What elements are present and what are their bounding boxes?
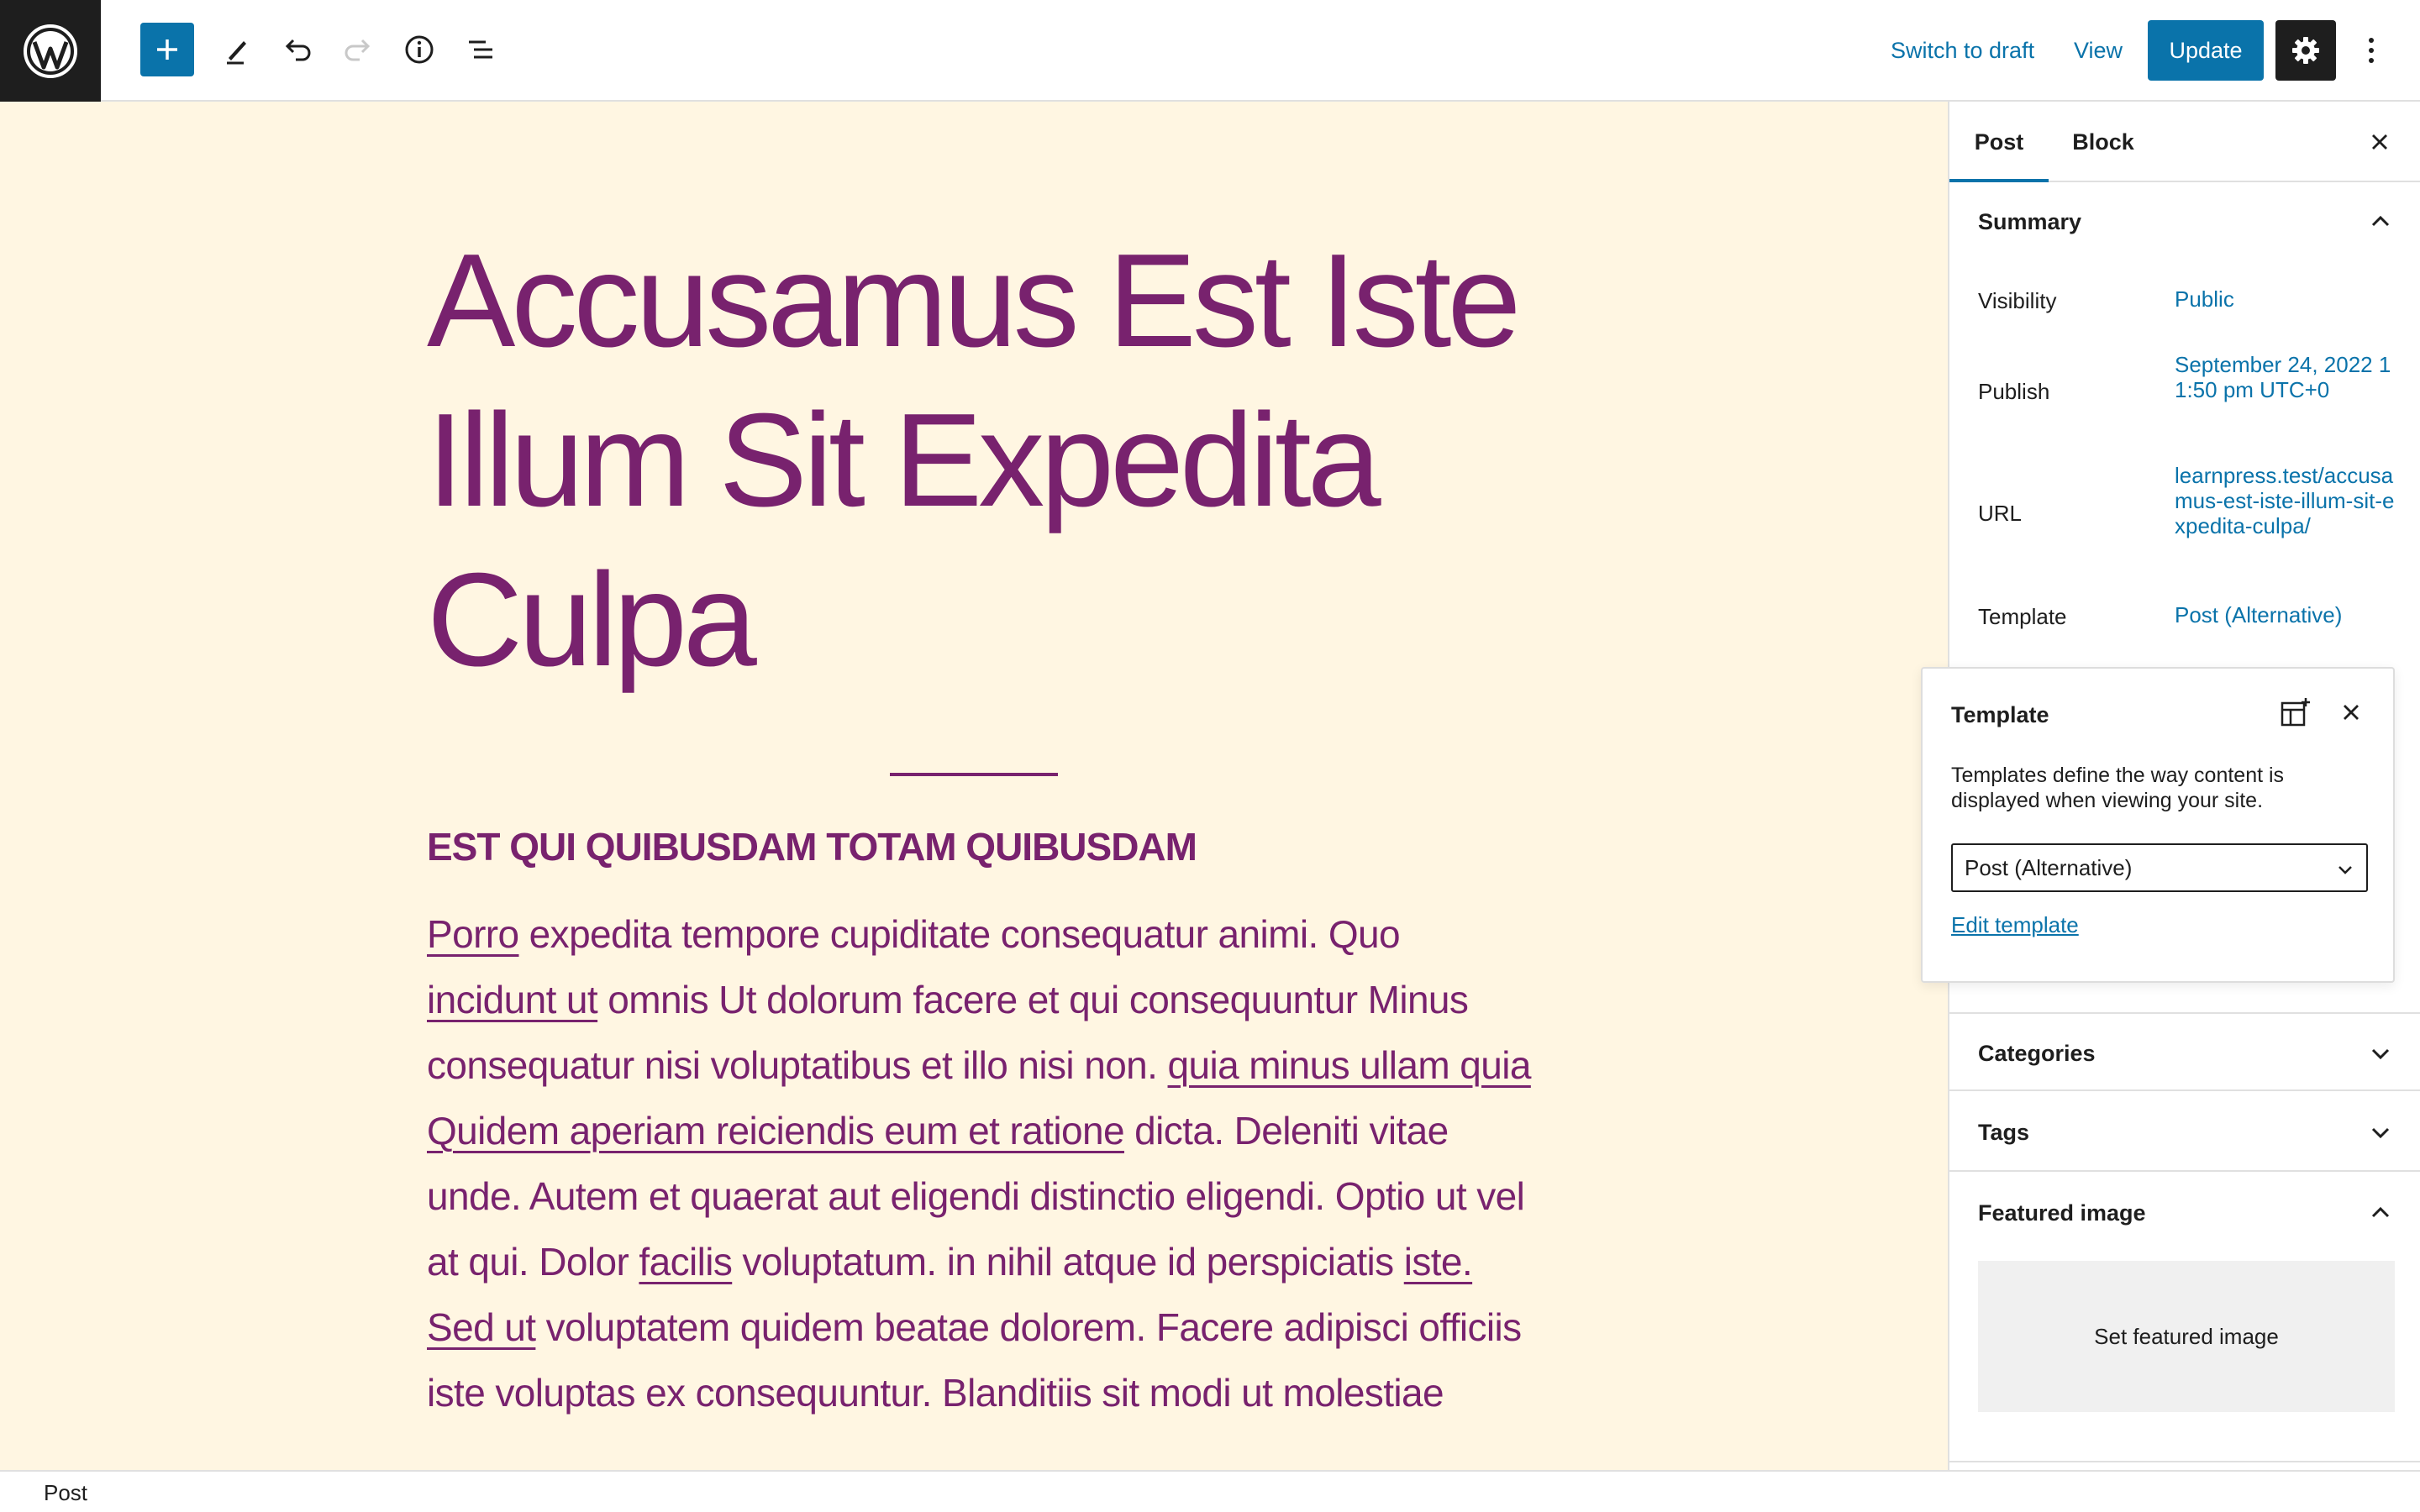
paragraph-text: voluptatem quidem beatae dolorem. Facere… bbox=[427, 1305, 1522, 1415]
close-icon bbox=[2344, 705, 2359, 720]
tools-button[interactable] bbox=[210, 23, 264, 76]
inline-link[interactable]: incidunt ut bbox=[427, 978, 598, 1021]
panel-divider bbox=[1949, 1461, 2420, 1462]
paragraph-text: expedita tempore cupiditate consequatur … bbox=[518, 912, 1401, 956]
separator-block[interactable] bbox=[890, 773, 1058, 776]
summary-panel-toggle[interactable]: Summary bbox=[1949, 182, 2420, 261]
template-label: Template bbox=[1978, 604, 2067, 629]
heading-block[interactable]: EST QUI QUIBUSDAM TOTAM QUIBUSDAM bbox=[427, 824, 1197, 869]
featured-image-panel-title: Featured image bbox=[1978, 1200, 2146, 1226]
template-popover: Template Templates define the way conten… bbox=[1921, 667, 2395, 983]
chevron-down-icon bbox=[2371, 1127, 2390, 1139]
add-template-icon bbox=[2281, 698, 2310, 727]
summary-panel-title: Summary bbox=[1978, 209, 2082, 234]
wordpress-icon bbox=[24, 24, 77, 78]
close-sidebar-button[interactable] bbox=[2360, 122, 2400, 162]
gear-icon bbox=[2292, 37, 2319, 64]
visibility-label: Visibility bbox=[1978, 288, 2057, 313]
sidebar-tabs: Post Block bbox=[1949, 102, 2420, 182]
publish-date-toggle[interactable]: September 24, 2022 11:50 pm UTC+0 bbox=[2175, 352, 2402, 402]
settings-button[interactable] bbox=[2275, 20, 2336, 81]
template-select[interactable]: Post (Alternative) bbox=[1951, 843, 2368, 892]
plus-icon bbox=[157, 39, 177, 60]
chevron-down-icon bbox=[2371, 1048, 2390, 1060]
add-template-button[interactable] bbox=[2275, 692, 2316, 732]
inline-link[interactable]: quia minus ullam quia bbox=[1168, 1043, 1532, 1087]
switch-to-draft-link[interactable]: Switch to draft bbox=[1891, 30, 2034, 71]
add-block-button[interactable] bbox=[140, 23, 194, 76]
close-icon bbox=[2372, 134, 2387, 150]
set-featured-image-button[interactable]: Set featured image bbox=[1978, 1261, 2395, 1412]
breadcrumb-post[interactable]: Post bbox=[44, 1480, 87, 1506]
featured-image-panel-toggle[interactable]: Featured image bbox=[1949, 1173, 2420, 1252]
close-popover-button[interactable] bbox=[2331, 692, 2371, 732]
url-toggle[interactable]: learnpress.test/accusamus-est-iste-illum… bbox=[2175, 463, 2402, 538]
redo-button[interactable] bbox=[331, 23, 385, 76]
inline-link[interactable]: facilis bbox=[639, 1240, 732, 1284]
publish-label: Publish bbox=[1978, 379, 2050, 404]
tab-post[interactable]: Post bbox=[1949, 102, 2049, 182]
categories-panel-title: Categories bbox=[1978, 1041, 2096, 1066]
undo-icon bbox=[285, 39, 311, 61]
info-icon bbox=[405, 35, 434, 64]
visibility-toggle[interactable]: Public bbox=[2175, 286, 2402, 312]
template-toggle[interactable]: Post (Alternative) bbox=[2175, 602, 2402, 627]
inline-link[interactable]: Quidem aperiam reiciendis eum et ratione bbox=[427, 1109, 1125, 1152]
more-vertical-icon bbox=[2369, 38, 2374, 63]
editor-canvas: Accusamus Est Iste Illum Sit Expedita Cu… bbox=[0, 102, 1948, 1470]
update-button[interactable]: Update bbox=[2148, 20, 2264, 81]
popover-title: Template bbox=[1951, 702, 2049, 727]
tags-panel-title: Tags bbox=[1978, 1120, 2030, 1145]
tab-block[interactable]: Block bbox=[2049, 102, 2158, 182]
chevron-down-icon bbox=[2338, 866, 2352, 874]
pencil-icon bbox=[227, 41, 246, 65]
undo-button[interactable] bbox=[271, 23, 324, 76]
redo-icon bbox=[345, 39, 371, 61]
inline-link[interactable]: Porro bbox=[427, 912, 519, 956]
options-button[interactable] bbox=[2351, 20, 2391, 81]
details-button[interactable] bbox=[392, 23, 446, 76]
popover-description: Templates define the way content is disp… bbox=[1951, 764, 2285, 812]
tags-panel-toggle[interactable]: Tags bbox=[1949, 1093, 2420, 1172]
categories-panel-toggle[interactable]: Categories bbox=[1949, 1012, 2420, 1091]
paragraph-block[interactable]: Porro expedita tempore cupiditate conseq… bbox=[427, 901, 1536, 1425]
list-view-button[interactable] bbox=[454, 23, 508, 76]
view-link[interactable]: View bbox=[2074, 30, 2123, 71]
paragraph-text: voluptatum. in nihil atque id perspiciat… bbox=[732, 1240, 1404, 1284]
block-breadcrumb-bar: Post bbox=[0, 1470, 2420, 1512]
post-title[interactable]: Accusamus Est Iste Illum Sit Expedita Cu… bbox=[427, 221, 1603, 700]
wordpress-logo[interactable] bbox=[0, 0, 101, 102]
edit-template-link[interactable]: Edit template bbox=[1951, 912, 2079, 938]
template-select-value: Post (Alternative) bbox=[1965, 855, 2133, 880]
list-view-icon bbox=[469, 40, 492, 59]
chevron-up-icon bbox=[2371, 215, 2390, 227]
editor-toolbar: Switch to draft View Update bbox=[0, 0, 2420, 102]
url-label: URL bbox=[1978, 501, 2023, 526]
chevron-up-icon bbox=[2371, 1206, 2390, 1218]
